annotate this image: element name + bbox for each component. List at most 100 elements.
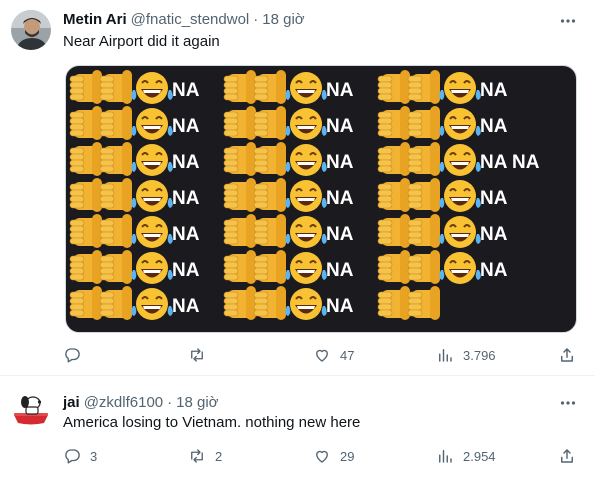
like-icon [316,349,328,362]
like-count: 47 [340,347,355,363]
separator-dot: · [253,10,259,28]
na-label: NA [326,188,354,209]
tweet-text: Near Airport did it again [63,33,220,50]
laughing-emoji [285,144,327,176]
thumbs-emoji [407,70,440,104]
thumbs-emoji [407,286,440,320]
like-button[interactable]: 29 [313,446,354,466]
views-button[interactable]: 2.954 [436,446,496,466]
laughing-emoji [439,252,481,284]
views-button[interactable]: 3.796 [436,345,496,365]
reply-button[interactable] [63,345,90,365]
tweet-2[interactable]: jai @zkdlf6100 · 18 giờ America losing t… [0,377,595,479]
reply-button[interactable]: 3 [63,446,97,466]
author-name[interactable]: Metin Ari [63,11,127,28]
thumbs-emoji [99,106,132,140]
more-icon [560,401,576,405]
action-bar: 47 3.796 [63,345,579,365]
retweet-count: 2 [215,448,223,464]
thumbs-emoji [253,142,286,176]
more-button[interactable] [557,10,579,32]
thumbs-emoji [253,70,286,104]
emoji-column: NA NA NA NA NA NA NA [69,70,200,320]
share-button[interactable] [558,446,576,466]
na-label: NA [480,260,508,281]
avatar[interactable] [11,10,51,50]
laughing-emoji [439,72,481,104]
thumbs-emoji [377,250,410,284]
emoji-grid-image: NANANANANANANANANANANANANANANANANA NANAN… [69,70,540,320]
thumbs-emoji [377,106,410,140]
na-label: NA [172,188,200,209]
laughing-emoji [285,216,327,248]
avatar-snoopy [11,389,51,429]
share-button[interactable] [558,345,576,365]
laughing-emoji [285,288,327,320]
like-button[interactable]: 47 [313,345,354,365]
thumbs-emoji [99,214,132,248]
views-icon [439,349,452,362]
retweet-button[interactable] [188,345,215,365]
thumbs-emoji [69,142,102,176]
retweet-icon [191,348,203,362]
thumbs-emoji [223,286,256,320]
thumbs-emoji [223,70,256,104]
na-label: NA [172,116,200,137]
thumbs-emoji [223,142,256,176]
thumbs-emoji [377,70,410,104]
author-handle[interactable]: @fnatic_stendwol [131,11,250,28]
thumbs-emoji [253,214,286,248]
thumbs-emoji [99,142,132,176]
na-label: NA [480,80,508,101]
reply-count: 3 [90,448,98,464]
laughing-emoji [285,72,327,104]
thumbs-emoji [99,70,132,104]
laughing-emoji [131,108,173,140]
thumbs-emoji [253,178,286,212]
na-label: NA [172,152,200,173]
thumbs-emoji [407,250,440,284]
retweet-icon [191,449,203,463]
timestamp[interactable]: 18 giờ [176,394,218,411]
thumbs-emoji [223,178,256,212]
retweet-button[interactable]: 2 [188,446,222,466]
na-label: NA [172,224,200,245]
reply-icon [65,449,80,464]
laughing-emoji [131,252,173,284]
na-label: NA [480,116,508,137]
laughing-emoji [285,252,327,284]
na-label: NA NA [480,152,540,173]
thumbs-emoji [407,106,440,140]
timestamp[interactable]: 18 giờ [262,11,304,28]
emoji-column: NA NA NA NA NA NA NA [223,70,354,320]
laughing-emoji [439,180,481,212]
like-count: 29 [340,448,355,464]
thumbs-emoji [377,286,410,320]
na-label: NA [326,80,354,101]
thumbs-emoji [69,70,102,104]
thumbs-emoji [253,250,286,284]
thumbs-emoji [377,142,410,176]
laughing-emoji [131,288,173,320]
avatar[interactable] [11,389,51,429]
tweet-text: America losing to Vietnam. nothing new h… [63,414,361,431]
laughing-emoji [439,216,481,248]
thumbs-emoji [69,106,102,140]
more-button[interactable] [557,392,579,414]
laughing-emoji [131,180,173,212]
thumbs-emoji [99,178,132,212]
separator-dot: · [167,393,173,411]
thumbs-emoji [377,214,410,248]
thumbs-emoji [407,214,440,248]
emoji-column: NA NA NA NA NA NA NA [377,70,540,320]
tweet-1[interactable]: Metin Ari @fnatic_stendwol · 18 giờ Near… [0,0,595,376]
author-name[interactable]: jai [63,394,80,411]
thumbs-emoji [69,214,102,248]
na-label: NA [172,296,200,317]
thumbs-emoji [407,178,440,212]
tweet-media[interactable]: NA NA NA NA NA NA NA NA NA NA NA NA NA NA NA NA NA NA NA N… [65,65,577,333]
author-handle[interactable]: @zkdlf6100 [84,394,163,411]
na-label: NA [480,188,508,209]
na-label: NA [326,224,354,245]
view-count: 2.954 [463,448,496,464]
